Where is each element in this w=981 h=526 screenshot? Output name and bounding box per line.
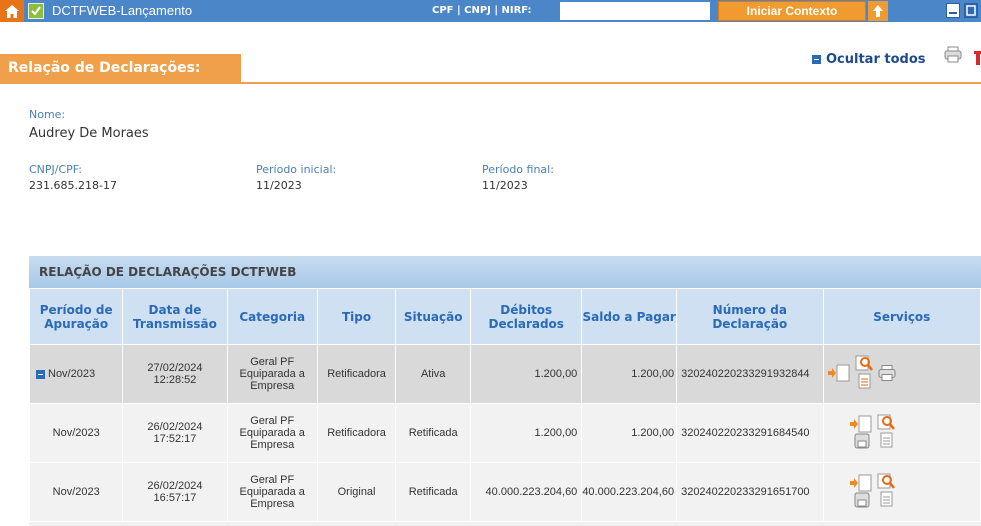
periodo-cell: Nov/2023 bbox=[28, 403, 124, 463]
periodo-final-label: Período final: bbox=[482, 163, 554, 176]
hide-all-label: Ocultar todos bbox=[826, 52, 926, 67]
data-value: 27/02/2024 bbox=[147, 362, 203, 374]
table-row[interactable]: Nov/2023 26/02/2024 17:52:17 Geral PF Equ… bbox=[28, 403, 981, 463]
iniciar-contexto-button[interactable]: Iniciar Contexto bbox=[718, 1, 866, 21]
numero-cell: 320240220233291932844 bbox=[676, 344, 824, 404]
categoria-cell: Geral PF Equiparada a Empresa bbox=[226, 403, 318, 463]
periodo-value: Nov/2023 bbox=[48, 368, 96, 380]
nome-value: Audrey De Moraes bbox=[29, 126, 149, 141]
tipo-cell: Retificadora bbox=[316, 403, 397, 463]
printer-icon[interactable] bbox=[944, 46, 962, 63]
printer-row-icon[interactable] bbox=[878, 364, 896, 385]
data-cell: 27/02/2024 12:28:52 bbox=[122, 344, 228, 404]
data-cell: 26/02/2024 17:52:17 bbox=[122, 403, 228, 463]
debitos-cell: 40.000.223.204,60 bbox=[470, 462, 583, 522]
cpf-field-label: CNPJ/CPF: bbox=[29, 163, 82, 176]
periodo-inicial-label: Período inicial: bbox=[256, 163, 337, 176]
servicos-cell bbox=[822, 462, 981, 522]
col-categoria: Categoria bbox=[226, 288, 318, 345]
page-title: Relação de Declarações: bbox=[0, 54, 241, 84]
delete-icon[interactable] bbox=[974, 50, 981, 65]
app-icon bbox=[28, 3, 44, 19]
periodo-cell: Nov/2023 bbox=[28, 462, 124, 522]
col-debitos: Débitos Declarados bbox=[470, 288, 583, 345]
cpf-label: CPF | CNPJ | NIRF: bbox=[432, 5, 532, 16]
saldo-cell: 1.200,00 bbox=[581, 344, 678, 404]
numero-cell: 320240220233291651700 bbox=[676, 462, 824, 522]
table-header-row: Período de Apuração Data de Transmissão … bbox=[28, 288, 981, 345]
situacao-cell: Retificada bbox=[395, 462, 472, 522]
data-value: 26/02/2024 bbox=[147, 480, 203, 492]
hora-value: 16:57:17 bbox=[153, 492, 197, 504]
numero-cell: 320240220233291684540 bbox=[676, 403, 824, 463]
situacao-cell: Retificada bbox=[395, 403, 472, 463]
servicos-cell bbox=[822, 403, 981, 463]
table-row[interactable]: Nov/2023 26/02/2024 16:57:17 Geral PF Equ… bbox=[28, 462, 981, 522]
top-bar: DCTFWEB-Lançamento CPF | CNPJ | NIRF: In… bbox=[0, 0, 981, 22]
col-situacao: Situação bbox=[395, 288, 472, 345]
col-saldo: Saldo a Pagar bbox=[581, 288, 678, 345]
saldo-cell: 40.000.223.204,60 bbox=[581, 462, 678, 522]
categoria-cell: Geral PF Equiparada a Empresa bbox=[226, 462, 318, 522]
table-title: RELAÇÃO DE DECLARAÇÕES DCTFWEB bbox=[29, 256, 981, 288]
saldo-cell: 1.200,00 bbox=[581, 403, 678, 463]
debitos-cell: 1.200,00 bbox=[470, 344, 583, 404]
home-icon[interactable] bbox=[0, 0, 24, 22]
periodo-cell[interactable]: Nov/2023 bbox=[28, 344, 124, 404]
expand-icon[interactable] bbox=[964, 3, 978, 18]
search-document-icon[interactable] bbox=[877, 414, 897, 453]
col-numero: Número da Declaração bbox=[676, 288, 824, 345]
tipo-cell: Retificadora bbox=[316, 344, 397, 404]
situacao-cell: Ativa bbox=[395, 344, 472, 404]
arrow-up-icon[interactable] bbox=[868, 1, 888, 21]
export-icon[interactable] bbox=[827, 363, 852, 386]
periodo-final-value: 11/2023 bbox=[482, 179, 528, 192]
search-document-icon[interactable] bbox=[877, 473, 897, 512]
col-data: Data de Transmissão bbox=[122, 288, 228, 345]
tipo-cell: Original bbox=[316, 462, 397, 522]
app-title: DCTFWEB-Lançamento bbox=[52, 3, 193, 18]
collapse-icon bbox=[812, 55, 821, 64]
col-tipo: Tipo bbox=[316, 288, 397, 345]
categoria-cell: Geral PF Equiparada a Empresa bbox=[226, 344, 318, 404]
collapse-row-icon[interactable] bbox=[36, 369, 45, 379]
debitos-cell: 1.200,00 bbox=[470, 403, 583, 463]
nome-label: Nome: bbox=[29, 108, 66, 121]
periodo-inicial-value: 11/2023 bbox=[256, 179, 302, 192]
col-periodo: Período de Apuração bbox=[28, 288, 124, 345]
cpf-field-value: 231.685.218-17 bbox=[29, 179, 117, 192]
minimize-icon[interactable] bbox=[946, 3, 960, 18]
search-document-icon[interactable] bbox=[855, 355, 875, 394]
data-cell: 26/02/2024 16:57:17 bbox=[122, 462, 228, 522]
data-value: 26/02/2024 bbox=[147, 421, 203, 433]
header-divider bbox=[0, 82, 981, 84]
servicos-cell bbox=[822, 344, 981, 404]
export-icon[interactable] bbox=[849, 414, 874, 453]
export-icon[interactable] bbox=[849, 473, 874, 512]
cpf-input[interactable] bbox=[560, 2, 710, 20]
declarations-table: Período de Apuração Data de Transmissão … bbox=[28, 288, 981, 522]
hora-value: 12:28:52 bbox=[153, 374, 197, 386]
hide-all-link[interactable]: Ocultar todos bbox=[812, 52, 926, 67]
col-servicos: Serviços bbox=[822, 288, 981, 345]
hora-value: 17:52:17 bbox=[153, 433, 197, 445]
table-row[interactable]: Nov/2023 27/02/2024 12:28:52 Geral PF Equ… bbox=[28, 344, 981, 404]
